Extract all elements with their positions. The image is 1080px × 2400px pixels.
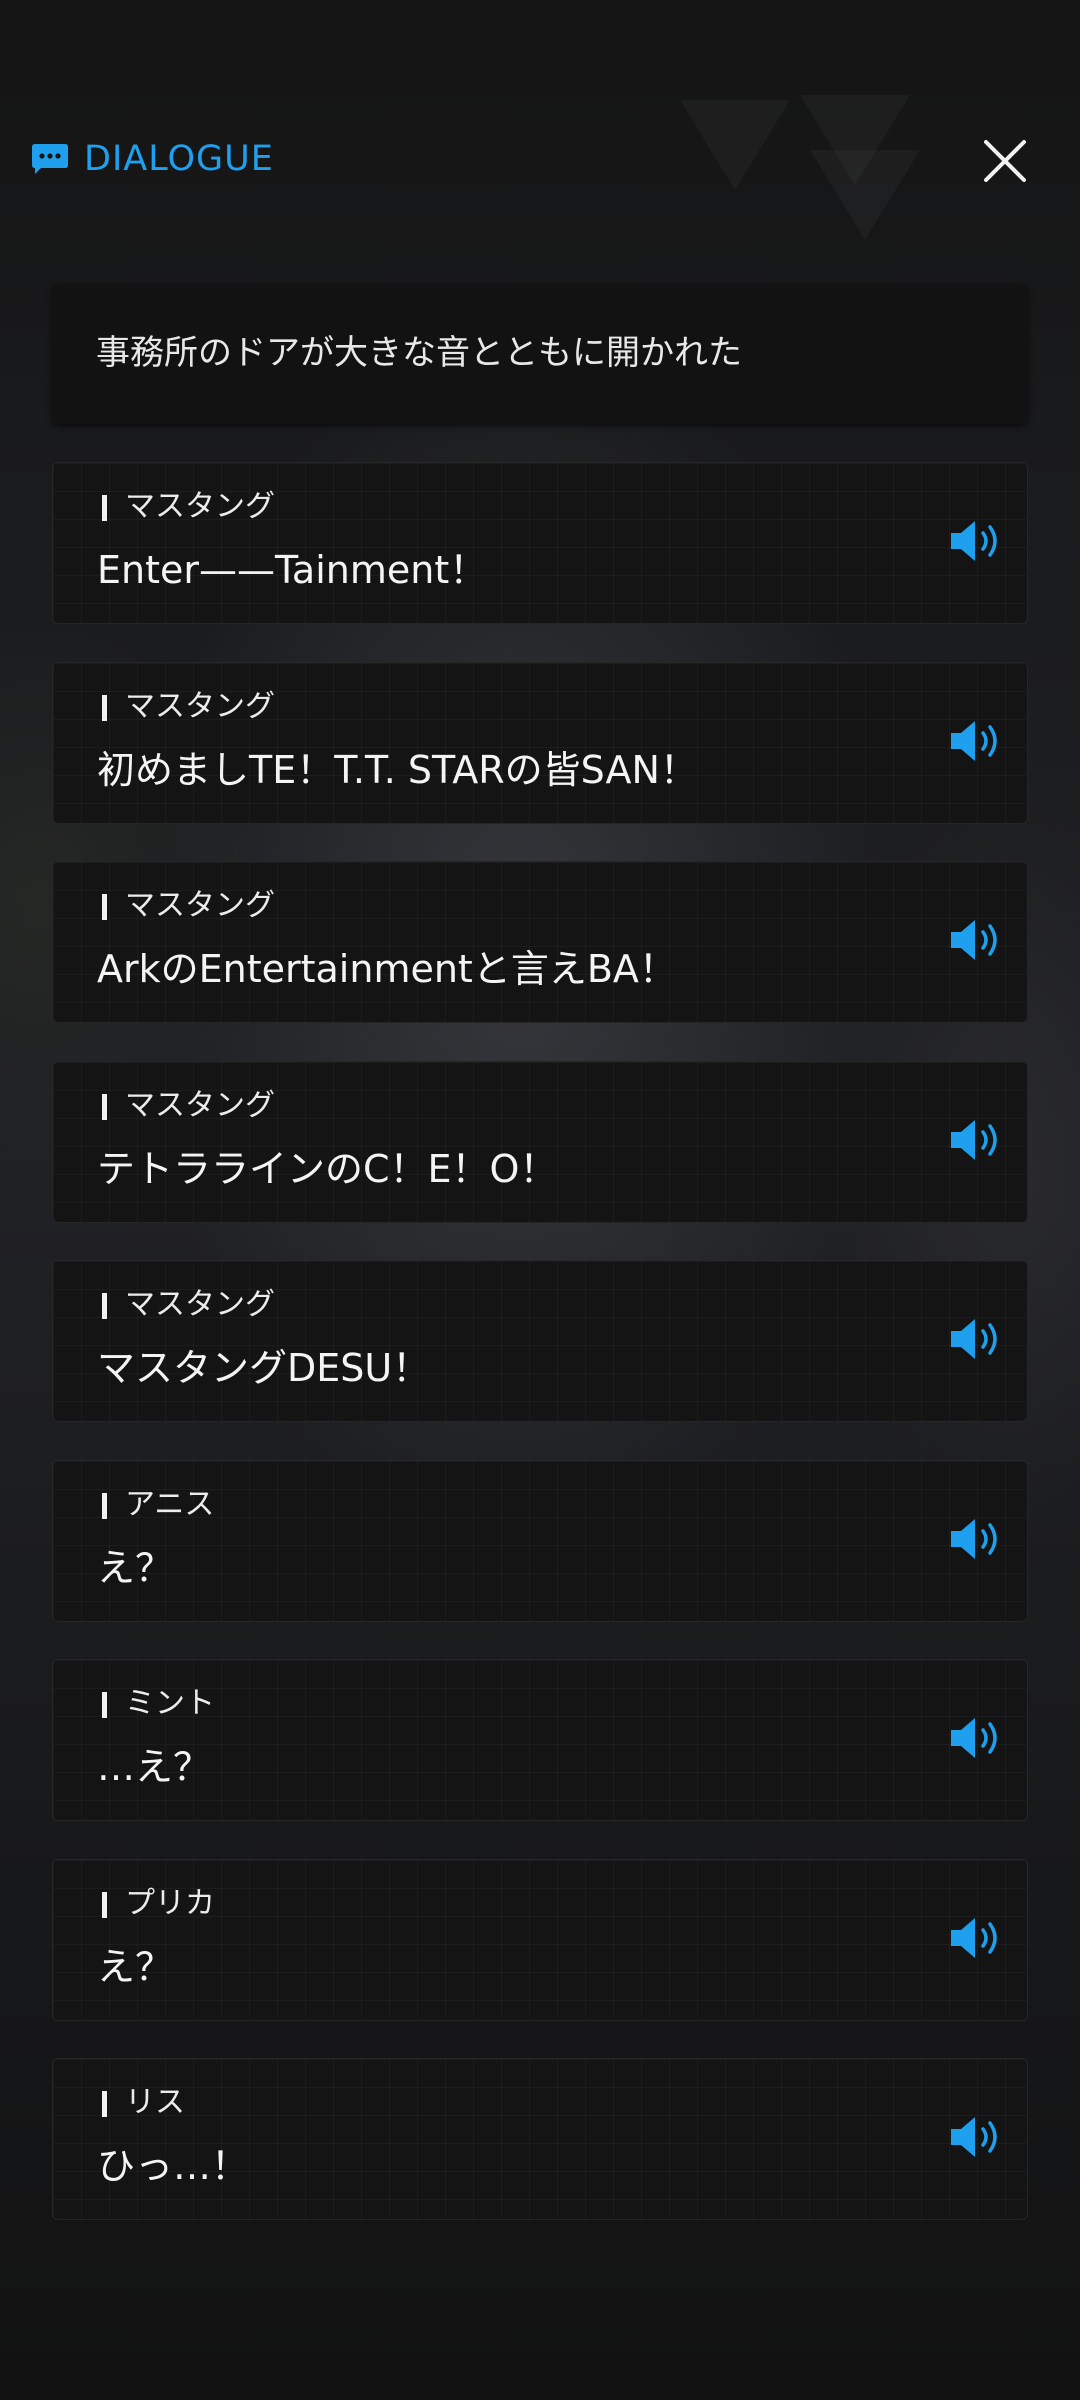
close-icon[interactable] <box>980 136 1030 186</box>
speaker-marker <box>102 694 107 721</box>
speaker-icon[interactable] <box>947 1714 1007 1762</box>
speaker-icon[interactable] <box>947 2113 1007 2161</box>
dialogue-card: マスタングマスタングDESU！ <box>52 1260 1028 1422</box>
dialogue-text: ひっ…！ <box>97 2144 250 2188</box>
speaker-marker <box>102 2091 107 2117</box>
dialogue-card: マスタング初めましTE！T.T. STARの皆SAN！ <box>52 661 1028 824</box>
speaker-name: マスタング <box>125 1287 275 1322</box>
dialogue-card: プリカえ？ <box>52 1858 1028 2021</box>
dialogue-text: …え？ <box>97 1745 212 1789</box>
speaker-name: マスタング <box>125 1087 275 1123</box>
speaker-icon[interactable] <box>947 717 1007 765</box>
speaker-name: ミント <box>125 1686 215 1721</box>
dialogue-text: え？ <box>97 1944 174 1989</box>
dialogue-title: DIALOGUE <box>84 139 274 179</box>
dialogue-card: ミント …え？ <box>52 1659 1028 1821</box>
dialogue-card: マスタングテトララインのC！E！O！ <box>52 1060 1028 1223</box>
chat-bubble-icon <box>32 144 68 174</box>
speaker-marker <box>102 1492 107 1519</box>
speaker-marker <box>102 495 107 521</box>
dialogue-text: マスタングDESU！ <box>97 1346 431 1390</box>
speaker-marker <box>102 1692 107 1718</box>
speaker-name: マスタング <box>125 489 275 524</box>
speaker-marker <box>102 1093 107 1120</box>
speaker-icon[interactable] <box>947 1914 1007 1962</box>
dialogue-card: マスタング Enter——Tainment！ <box>52 462 1028 624</box>
speaker-marker <box>102 1293 107 1319</box>
narration-text: 事務所のドアが大きな音とともに開かれた <box>96 333 742 373</box>
dialogue-text: え？ <box>97 1545 174 1590</box>
dialogue-text: ArkのEntertainmentと言えBA！ <box>97 947 677 991</box>
speaker-marker <box>102 894 107 920</box>
speaker-icon[interactable] <box>947 916 1007 964</box>
dialogue-card: アニスえ？ <box>52 1459 1028 1622</box>
dialogue-text: テトララインのC！E！O！ <box>97 1146 558 1191</box>
dialogue-card: マスタング ArkのEntertainmentと言えBA！ <box>52 861 1028 1023</box>
speaker-icon[interactable] <box>947 1515 1007 1563</box>
speaker-name: マスタング <box>125 888 275 923</box>
dialogue-text: Enter——Tainment！ <box>97 548 488 592</box>
speaker-icon[interactable] <box>947 1116 1007 1164</box>
speaker-name: マスタング <box>125 688 275 724</box>
dialogue-header: DIALOGUE <box>0 120 1080 200</box>
speaker-icon[interactable] <box>947 517 1007 565</box>
speaker-name: アニス <box>125 1486 215 1522</box>
narration-box: 事務所のドアが大きな音とともに開かれた <box>52 284 1028 424</box>
speaker-name: リス <box>125 2085 185 2120</box>
speaker-name: プリカ <box>125 1885 215 1921</box>
dialogue-text: 初めましTE！T.T. STARの皆SAN！ <box>97 747 698 792</box>
speaker-marker <box>102 1891 107 1918</box>
speaker-icon[interactable] <box>947 1315 1007 1363</box>
dialogue-card: リスひっ…！ <box>52 2058 1028 2220</box>
